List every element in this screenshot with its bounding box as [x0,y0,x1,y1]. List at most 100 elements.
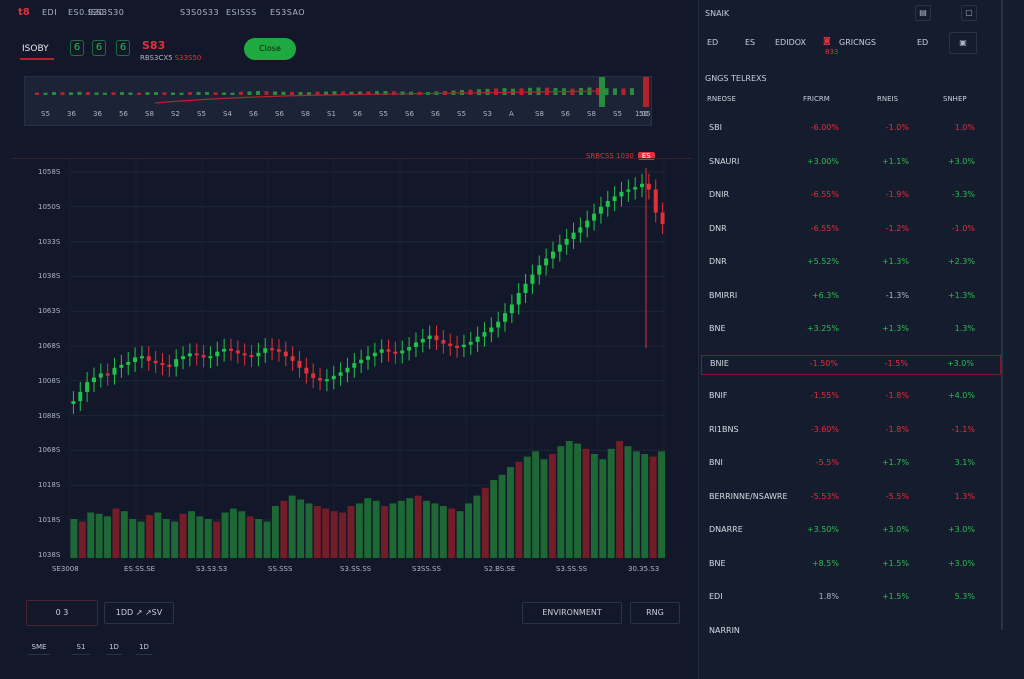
candle [228,348,233,351]
watchlist-row[interactable]: DNR +5.52% +1.3% +2.3% [701,254,1001,274]
menu-item[interactable]: ISS3S30 [88,8,124,17]
col-header-name[interactable]: RNEOSE [707,95,736,103]
environment-button[interactable]: ENVIRONMENT [522,602,622,624]
tab-timeframe[interactable]: 1D [106,643,122,655]
watchlist-row[interactable]: BNIF -1.55% -1.8% +4.0% [701,388,1001,408]
candle [235,350,240,354]
sidebar-scrollbar[interactable] [1001,0,1003,630]
row-symbol: BNE [709,324,726,333]
col-header-price[interactable]: FRICRM [803,95,830,103]
navigator-handle-right[interactable] [643,77,649,107]
watchlist-row[interactable]: DNARRE +3.50% +3.0% +3.0% [701,522,1001,542]
row-change: +1.3% [881,324,909,333]
candle [105,373,110,376]
candle [249,355,254,358]
col-header-change[interactable]: RNEIS [877,95,898,103]
candle [537,265,542,275]
watchlist-row[interactable]: DNIR -6.55% -1.9% -3.3% [701,187,1001,207]
candle [222,348,227,352]
candle [482,332,487,337]
volume-bar [297,499,305,558]
layout-icon[interactable]: ▤ [915,5,931,21]
filter-tab[interactable]: ES [745,38,755,47]
sub-price-a: RBS3CX5 [140,54,173,62]
watchlist-row[interactable]: NARRIN [701,623,1001,643]
candle [598,206,603,214]
row-change: +1.3% [881,257,909,266]
range-button[interactable]: RNG [630,602,680,624]
close-position-button[interactable]: Close [244,38,296,60]
volume-bar [221,512,229,558]
volume-bar [414,495,422,558]
alerts-label[interactable]: GRICNGS [839,38,876,47]
tab-timeframe[interactable]: 1D [136,643,152,655]
candle [112,367,117,375]
settings-icon[interactable]: ▣ [949,32,977,54]
watchlist-row[interactable]: BNIE -1.50% -1.5% +3.0% [701,354,1001,375]
indicator-chip[interactable]: 6 [92,40,106,56]
watchlist-row[interactable]: BERRINNE/NSAWRE -5.53% -5.5% 1.3% [701,489,1001,509]
watchlist-row[interactable]: BNE +8.5% +1.5% +3.0% [701,556,1001,576]
symbol-selector[interactable]: ISOBY [20,40,54,60]
range-navigator[interactable]: S5 36 36 56 S8 S2 S5 S4 S6 S6 S8 S1 S6 S5 S6 S6 S5 S3 A S8 S… [24,76,652,126]
x-tick-label: S3.SS.SS [556,565,588,573]
navigator-bar [145,92,150,95]
ticker-header: ISOBY 6 6 6 S83 RBS3CX5 S33S50 Close [20,36,700,66]
volume-bar [238,511,246,558]
volume-bar [616,441,624,558]
navigator-tick: S5 [197,110,206,118]
candle [427,335,432,339]
navigator-bar [315,91,320,95]
volume-bar [280,500,288,558]
candle [297,360,302,368]
volume-bar [624,446,632,558]
row-volume: -1.1% [951,424,975,434]
candle [256,352,261,357]
row-price: -6.00% [810,123,839,132]
filter-tab[interactable]: EDIDOX [775,38,806,47]
indicator-chip[interactable]: 6 [116,40,130,56]
watchlist-row[interactable]: EDI 1.8% +1.5% 5.3% [701,589,1001,609]
navigator-handle-left[interactable] [599,77,605,107]
watchlist-row[interactable]: SNAURI +3.00% +1.1% +3.0% [701,154,1001,174]
volume-bar [364,498,372,558]
volume-bar [649,456,657,558]
volume-bar [255,519,263,558]
watchlist-row[interactable]: SBI -6.00% -1.0% 1.0% [701,120,1001,140]
menu-item[interactable]: S3S0S33 [180,8,219,17]
watchlist-row[interactable]: RI1BNS -3.60% -1.8% -1.1% [701,422,1001,442]
candle [640,183,645,188]
volume-bar [322,508,330,558]
navigator-bar [239,91,243,95]
row-symbol: RI1BNS [709,424,739,434]
menu-item[interactable]: ESISSS [226,8,257,17]
timeframe-selector[interactable]: 1DD ↗ ↗SV [104,602,174,624]
filter-tab[interactable]: ED [707,38,718,47]
volume-bar [515,461,523,558]
candle [571,232,576,239]
navigator-tick: 56 [119,110,128,118]
filter-tab[interactable]: ED [917,38,928,47]
indicator-chip[interactable]: 6 [70,40,84,56]
row-price: -5.53% [810,491,839,501]
candle [448,343,453,346]
section-title: GNGS TELREXS [705,74,767,83]
menu-item[interactable]: EDI [42,8,57,17]
navigator-bar [94,92,99,95]
watchlist-row[interactable]: BMIRRI +6.3% -1.3% +1.3% [701,288,1001,308]
tab-timeframe[interactable]: S1 [72,643,90,655]
watchlist-row[interactable]: BNE +3.25% +1.3% 1.3% [701,321,1001,341]
candle [345,367,350,373]
menu-item[interactable]: ES3SAO [270,8,305,17]
tab-timeframe[interactable]: SME [28,643,50,655]
watchlist-row[interactable]: BNI -5.5% +1.7% 3.1% [701,455,1001,475]
alert-icon[interactable]: ◙ [823,36,831,45]
col-header-volume[interactable]: SNHEP [943,95,967,103]
candle [263,348,268,353]
candlestick-chart[interactable] [0,158,700,568]
zoom-controls[interactable]: 0 3 [26,600,98,626]
candle [146,356,151,361]
expand-icon[interactable]: ▢ [961,5,977,21]
candle [133,357,138,362]
watchlist-row[interactable]: DNR -6.55% -1.2% -1.0% [701,221,1001,241]
